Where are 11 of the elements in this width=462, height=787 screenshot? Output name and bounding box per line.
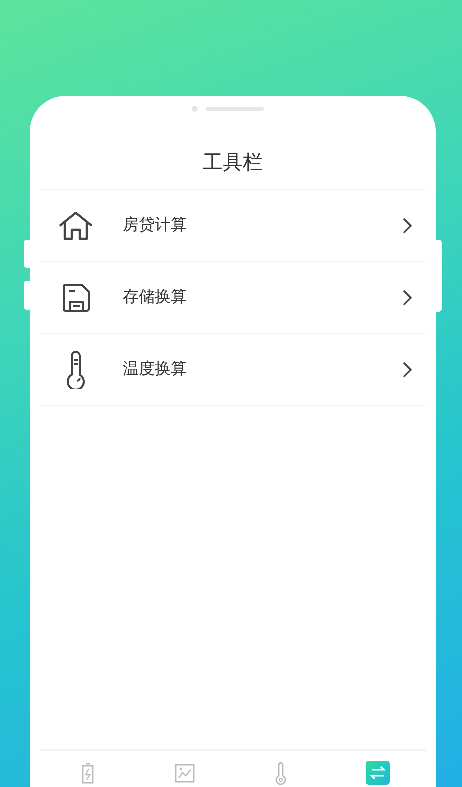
house-icon bbox=[58, 210, 94, 240]
page-title: 工具栏 bbox=[202, 149, 264, 176]
menu-item[interactable]: 房贷计算 bbox=[40, 190, 426, 262]
menu-item[interactable]: 温度换算 bbox=[40, 334, 426, 406]
convert-tab-icon[interactable] bbox=[366, 761, 390, 785]
thermometer-icon bbox=[64, 350, 88, 388]
chevron-right-icon bbox=[402, 218, 412, 234]
camera-dot bbox=[192, 106, 198, 112]
menu-item[interactable]: 存储换算 bbox=[40, 262, 426, 334]
chevron-right-icon bbox=[402, 290, 412, 306]
chevron-right-icon bbox=[402, 362, 412, 378]
